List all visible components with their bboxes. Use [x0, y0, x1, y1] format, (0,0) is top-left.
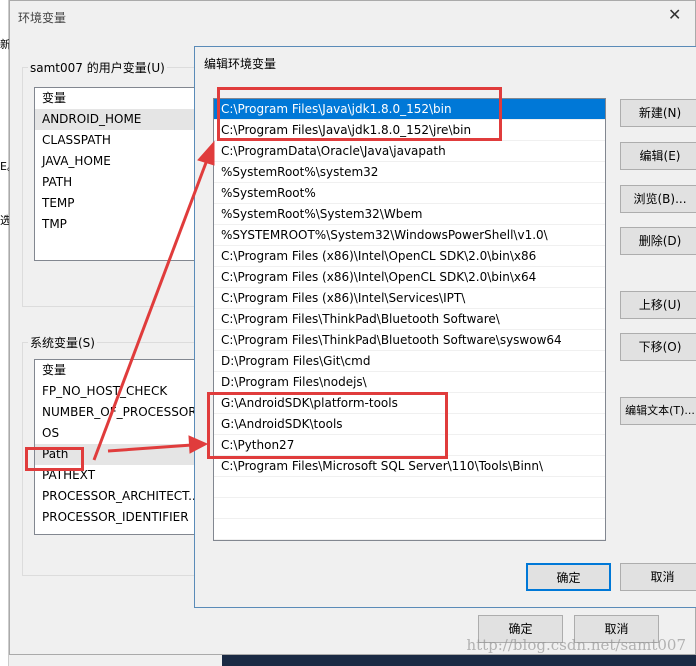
- arrowhead-icon: [197, 140, 215, 166]
- taskbar-fragment: [222, 655, 696, 666]
- watermark: http://blog.csdn.net/samt007: [466, 636, 686, 654]
- annotation-arrows: [92, 140, 215, 461]
- arrow-to-sdk-icon: [107, 443, 193, 453]
- arrowhead-icon: [188, 435, 209, 454]
- arrow-to-java-icon: [92, 159, 209, 461]
